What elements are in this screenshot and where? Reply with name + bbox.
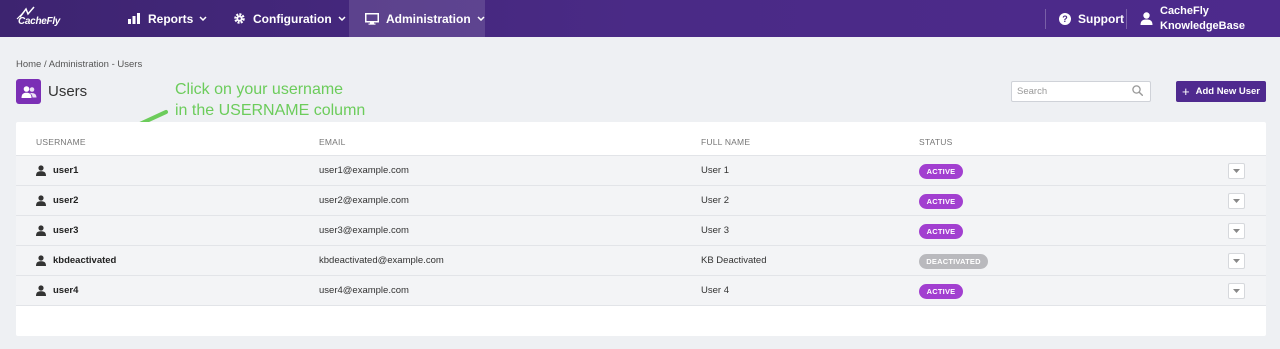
table-row: user4 user4@example.com User 4 ACTIVE — [16, 276, 1266, 306]
breadcrumb: Home / Administration - Users — [16, 59, 142, 70]
table-row: user3 user3@example.com User 3 ACTIVE — [16, 216, 1266, 246]
status-badge: ACTIVE — [919, 224, 963, 239]
gear-icon — [234, 13, 245, 24]
username-text: kbdeactivated — [53, 255, 117, 266]
row-actions-dropdown[interactable] — [1228, 163, 1245, 179]
annotation-line1: Click on your username — [175, 81, 344, 98]
status-badge: ACTIVE — [919, 194, 963, 209]
caret-down-icon — [1233, 169, 1240, 173]
header-username[interactable]: USERNAME — [36, 137, 86, 147]
user-icon — [36, 195, 46, 206]
breadcrumb-home[interactable]: Home — [16, 59, 41, 70]
username-text: user2 — [53, 195, 79, 206]
table-row: user1 user1@example.com User 1 ACTIVE — [16, 156, 1266, 186]
nav-divider — [1045, 9, 1046, 29]
users-icon — [16, 79, 41, 104]
status-badge: DEACTIVATED — [919, 254, 988, 269]
row-actions-dropdown[interactable] — [1228, 223, 1245, 239]
header-status[interactable]: STATUS — [919, 137, 952, 147]
users-table: USERNAME EMAIL FULL NAME STATUS user1 us… — [16, 122, 1266, 336]
user-icon — [36, 225, 46, 236]
caret-down-icon — [1233, 199, 1240, 203]
table-header: USERNAME EMAIL FULL NAME STATUS — [16, 122, 1266, 156]
nav-administration-label: Administration — [386, 11, 471, 26]
caret-down-icon — [1233, 259, 1240, 263]
svg-text:?: ? — [1062, 14, 1068, 24]
username-text: user4 — [53, 285, 79, 296]
user-menu[interactable]: CacheFly KnowledgeBase — [1140, 0, 1245, 37]
caret-down-icon — [1233, 289, 1240, 293]
full-name-cell: User 4 — [701, 285, 729, 296]
full-name-cell: User 3 — [701, 225, 729, 236]
full-name-cell: KB Deactivated — [701, 255, 767, 266]
full-name-cell: User 1 — [701, 165, 729, 176]
nav-administration[interactable]: Administration — [349, 0, 485, 37]
nav-divider — [1126, 9, 1127, 29]
user-icon — [1140, 12, 1153, 25]
table-row: user2 user2@example.com User 2 ACTIVE — [16, 186, 1266, 216]
plus-icon: + — [1182, 84, 1190, 99]
nav-configuration-label: Configuration — [253, 11, 332, 26]
email-cell: user1@example.com — [319, 165, 409, 176]
email-cell: user2@example.com — [319, 195, 409, 206]
header-email[interactable]: EMAIL — [319, 137, 346, 147]
email-cell: kbdeactivated@example.com — [319, 255, 444, 266]
page-title: Users — [48, 83, 88, 100]
table-row: kbdeactivated kbdeactivated@example.com … — [16, 246, 1266, 276]
row-actions-dropdown[interactable] — [1228, 253, 1245, 269]
status-badge: ACTIVE — [919, 284, 963, 299]
username-link[interactable]: user1 — [36, 165, 78, 176]
top-nav: CacheFly Reports Configuration Administr — [0, 0, 1280, 37]
username-link[interactable]: kbdeactivated — [36, 255, 116, 266]
nav-reports[interactable]: Reports — [128, 0, 207, 37]
header-full-name[interactable]: FULL NAME — [701, 137, 750, 147]
annotation-text: Click on your username in the USERNAME c… — [175, 79, 365, 121]
nav-support[interactable]: ? Support — [1059, 0, 1124, 37]
logo[interactable]: CacheFly — [14, 5, 64, 33]
nav-reports-label: Reports — [148, 11, 194, 26]
breadcrumb-separator: / — [43, 59, 47, 70]
user-icon — [36, 165, 46, 176]
chevron-down-icon — [477, 16, 485, 21]
add-new-user-label: Add New User — [1195, 86, 1260, 97]
chevron-down-icon — [338, 16, 346, 21]
email-cell: user4@example.com — [319, 285, 409, 296]
nav-support-label: Support — [1078, 11, 1124, 26]
bar-chart-icon — [128, 13, 140, 24]
question-circle-icon: ? — [1059, 12, 1071, 25]
nav-configuration[interactable]: Configuration — [233, 0, 346, 37]
logo-text: CacheFly — [18, 16, 61, 27]
search-input[interactable] — [1011, 81, 1151, 102]
caret-down-icon — [1233, 229, 1240, 233]
user-icon — [36, 285, 46, 296]
username-link[interactable]: user3 — [36, 225, 78, 236]
breadcrumb-current: Administration - Users — [48, 59, 143, 70]
username-text: user3 — [53, 225, 79, 236]
full-name-cell: User 2 — [701, 195, 729, 206]
status-badge: ACTIVE — [919, 164, 963, 179]
user-name-line2: KnowledgeBase — [1160, 19, 1245, 32]
user-icon — [36, 255, 46, 266]
add-new-user-button[interactable]: + Add New User — [1176, 81, 1266, 102]
user-name-line1: CacheFly — [1160, 4, 1209, 17]
username-link[interactable]: user2 — [36, 195, 78, 206]
row-actions-dropdown[interactable] — [1228, 193, 1245, 209]
username-link[interactable]: user4 — [36, 285, 78, 296]
row-actions-dropdown[interactable] — [1228, 283, 1245, 299]
monitor-icon — [365, 12, 379, 25]
email-cell: user3@example.com — [319, 225, 409, 236]
annotation-line2: in the USERNAME column — [175, 102, 366, 119]
chevron-down-icon — [199, 16, 207, 21]
username-text: user1 — [53, 165, 79, 176]
search-icon[interactable] — [1132, 85, 1143, 96]
